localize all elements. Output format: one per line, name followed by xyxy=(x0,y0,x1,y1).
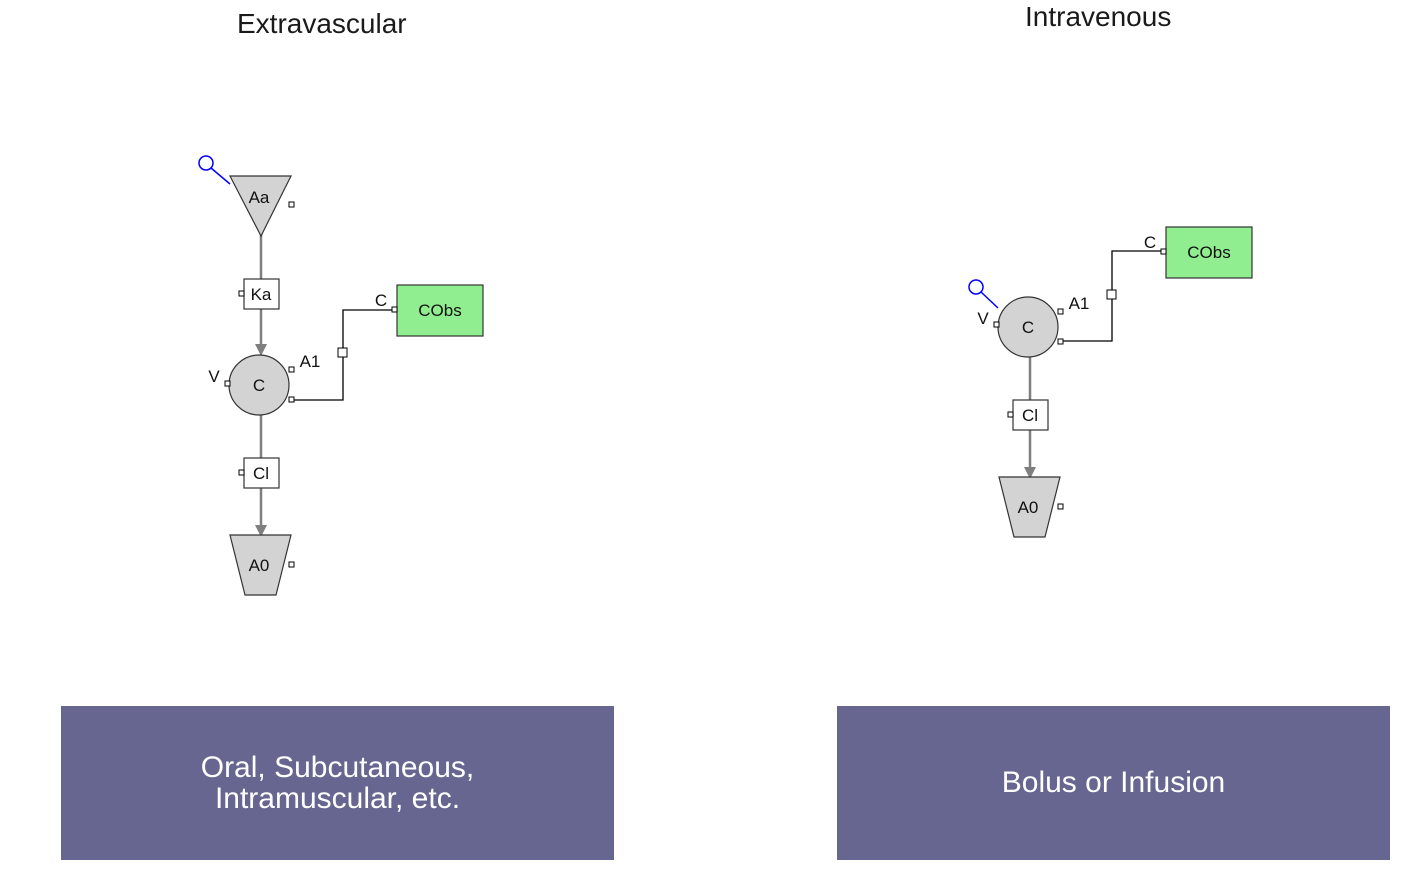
dose-marker-icon[interactable] xyxy=(198,155,231,185)
intravenous-diagram: C V A1 C CObs Cl A0 xyxy=(968,226,1253,538)
clearance-label: Cl xyxy=(253,464,269,483)
elimination-port[interactable] xyxy=(1057,503,1064,510)
dose-marker-icon[interactable] xyxy=(968,279,999,309)
observation-input-label: C xyxy=(1144,233,1156,252)
amount-port[interactable] xyxy=(1057,308,1064,315)
observation-link-port[interactable] xyxy=(1106,289,1117,300)
amount-port[interactable] xyxy=(288,366,295,373)
volume-port[interactable] xyxy=(993,321,1000,328)
observation-input-label: C xyxy=(375,291,387,310)
elimination-label: A0 xyxy=(1018,498,1039,517)
central-label: C xyxy=(1022,318,1034,337)
volume-port[interactable] xyxy=(224,380,231,387)
depot-port[interactable] xyxy=(288,201,295,208)
observation-label: CObs xyxy=(1187,243,1230,262)
observation-link-port[interactable] xyxy=(337,347,348,358)
route-line: Intramuscular, etc. xyxy=(214,782,461,815)
clearance-port[interactable] xyxy=(238,469,245,476)
volume-port-label: V xyxy=(977,309,989,328)
clearance-port[interactable] xyxy=(1007,411,1014,418)
concentration-out-port[interactable] xyxy=(1057,338,1064,345)
elimination-label: A0 xyxy=(249,556,270,575)
observation-label: CObs xyxy=(418,301,461,320)
observation-input-port[interactable] xyxy=(391,306,398,313)
intravenous-route-box: Bolus or Infusion xyxy=(837,706,1390,860)
absorption-rate-port[interactable] xyxy=(238,290,245,297)
concentration-out-port[interactable] xyxy=(288,396,295,403)
amount-port-label: A1 xyxy=(1069,294,1090,313)
observation-input-port[interactable] xyxy=(1160,248,1167,255)
absorption-rate-label: Ka xyxy=(251,285,272,304)
extravascular-diagram: Aa Ka C V A1 C CObs Cl A0 xyxy=(198,155,484,596)
route-line: Oral, Subcutaneous, xyxy=(200,750,475,784)
clearance-label: Cl xyxy=(1022,406,1038,425)
elimination-port[interactable] xyxy=(288,561,295,568)
amount-port-label: A1 xyxy=(300,352,321,371)
depot-label: Aa xyxy=(249,188,270,207)
central-label: C xyxy=(253,376,265,395)
volume-port-label: V xyxy=(208,367,220,386)
extravascular-route-box: Oral, Subcutaneous, Intramuscular, etc. xyxy=(61,706,614,860)
route-line: Bolus or Infusion xyxy=(1001,766,1226,800)
